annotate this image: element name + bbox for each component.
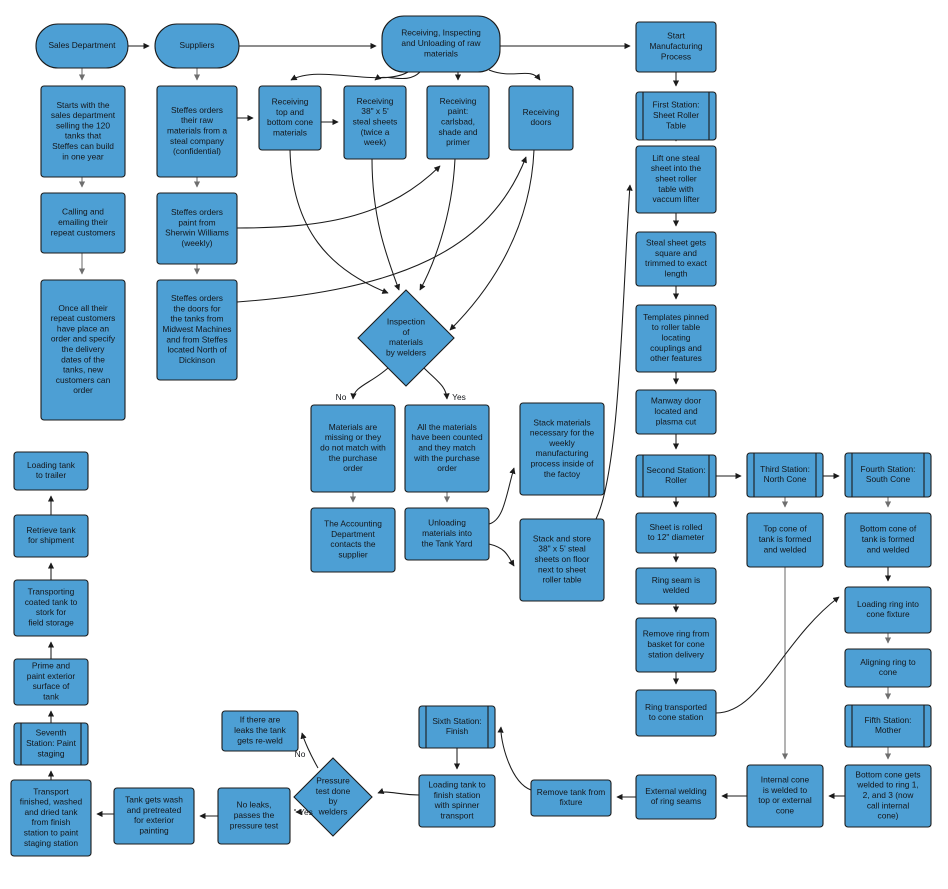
edge-label-inspection-no: No (336, 392, 347, 402)
edge-inspection-no (350, 367, 389, 400)
node-label: Suppliers (180, 40, 215, 50)
node-retrieve-tank[interactable]: Retrieve tank for shipment (13, 514, 89, 558)
edge-conematerials-to-inspection (289, 149, 389, 294)
edge-removetank-to-sixthstation (497, 726, 532, 791)
node-internal-cone-welded[interactable]: Internal cone is welded to top or external… (746, 764, 824, 828)
edge-doorsorder-to-receivingdoors (236, 156, 527, 303)
node-label: Ring transported to cone station (645, 702, 707, 722)
edge-label-inspection-yes: Yes (452, 392, 466, 402)
edge-unloading-to-stacksheets (488, 543, 515, 567)
node-stack-store-sheets[interactable]: Stack and store 38" x 5' steal sheets on f… (519, 518, 605, 602)
node-label: External welding of ring seams (645, 786, 707, 806)
node-label: Sales Department (48, 40, 116, 50)
node-label: Third Station: North Cone (760, 464, 810, 484)
node-materials-missing[interactable]: Materials are missing or they do not match… (310, 404, 396, 493)
node-label: Steffes orders their raw materials from as… (167, 105, 227, 156)
node-first-station[interactable]: First Station: Sheet Roller Table (635, 91, 717, 141)
node-label: Remove ring from basket for cone station d… (643, 629, 710, 660)
node-loading-ring-fixture[interactable]: Loading ring into cone fixture (844, 586, 932, 634)
node-receiving-cone-materials[interactable]: Receiving top and bottom cone materials (258, 85, 322, 151)
node-label: Lift one steal sheet into the sheet roller… (651, 153, 702, 204)
node-label: Sheet is rolled to 12" diameter (648, 522, 705, 542)
node-if-leaks-reweld[interactable]: If there are leaks the tank gets re-weld (221, 710, 299, 752)
node-remove-ring-basket[interactable]: Remove ring from basket for cone station d… (635, 617, 717, 673)
edge-receiving-to-doors (488, 69, 541, 81)
node-seventh-station[interactable]: Seventh Station: Paint staging (13, 722, 89, 766)
node-label: Manway door located and plasma cut (651, 396, 701, 427)
node-all-materials-counted[interactable]: All the materials have been counted and th… (404, 404, 490, 493)
edge-loadingtank-to-pressuretest (377, 788, 420, 796)
node-unloading-tank-yard[interactable]: Unloading materials into the Tank Yard (404, 507, 490, 561)
node-steffes-orders-paint[interactable]: Steffes orders paint from Sherwin Williams… (156, 192, 238, 265)
node-accounting-contacts[interactable]: The Accounting Department contacts the supp… (310, 507, 396, 573)
node-templates-pinned[interactable]: Templates pinned to roller table locating c… (635, 304, 717, 373)
node-receiving-inspecting-unloading[interactable]: Receiving, Inspecting and Unloading of ra… (381, 15, 501, 73)
node-label: Bottom cone of tank is formed and welded (860, 524, 917, 555)
edge-label-pressure-no: No (295, 749, 306, 759)
node-prime-paint-exterior[interactable]: Prime and paint exterior surface of tank (13, 658, 89, 706)
node-inspection-of-materials[interactable]: Inspection of materials by welders (357, 289, 455, 387)
node-ring-seam-welded[interactable]: Ring seam is welded (635, 567, 717, 605)
node-steal-sheet-square[interactable]: Steal sheet gets square and trimmed to exa… (635, 231, 717, 287)
flowchart-canvas: Sales Department Suppliers Receiving, Insp… (0, 0, 948, 889)
flowchart-svg: Sales Department Suppliers Receiving, Insp… (10, 15, 932, 857)
edge-inspection-yes (423, 367, 450, 400)
node-transport-finished[interactable]: Transport finished, washed and dried tank f… (10, 779, 92, 857)
node-label: If there are leaks the tank gets re-weld (234, 715, 286, 746)
node-receiving-steal-sheets[interactable]: Receiving 38" x 5' steal sheets (twice a wee… (343, 85, 407, 160)
node-tank-wash-pretreat[interactable]: Tank gets wash and pretreated for exterior… (113, 787, 195, 845)
node-start-manufacturing[interactable]: Start Manufacturing Process (635, 21, 717, 73)
node-sixth-station[interactable]: Sixth Station: Finish (418, 705, 496, 749)
node-label: Retrieve tank for shipment (26, 525, 76, 545)
node-bottom-cone-welded[interactable]: Bottom cone gets welded to ring 1, 2, and … (844, 764, 932, 828)
node-label: Unloading materials into the Tank Yard (422, 518, 473, 549)
node-fifth-station[interactable]: Fifth Station: Mother (844, 704, 932, 748)
edge-ringtransported-to-loadingring (715, 596, 840, 714)
node-sales-department[interactable]: Sales Department (35, 23, 129, 69)
edge-unloading-to-stackmaterials (488, 467, 516, 525)
node-manway-door[interactable]: Manway door located and plasma cut (635, 389, 717, 435)
edge-receiving-to-conematerials (290, 71, 409, 81)
node-pressure-test[interactable]: Pressure test done by welders (293, 757, 373, 837)
node-ring-transported[interactable]: Ring transported to cone station (635, 689, 717, 737)
node-lift-one-steal-sheet[interactable]: Lift one steal sheet into the sheet roller… (635, 145, 717, 214)
node-aligning-ring-cone[interactable]: Aligning ring to cone (844, 648, 932, 688)
edge-sheets-to-inspection (371, 158, 401, 291)
node-once-all-repeat[interactable]: Once all their repeat customers have place… (40, 279, 126, 421)
node-loading-tank-trailer[interactable]: Loading tank to trailer (13, 451, 89, 491)
node-label: Receiving top and bottom cone materials (267, 97, 313, 138)
node-label: Top cone of tank is formed and welded (759, 524, 812, 555)
node-steffes-orders-raw[interactable]: Steffes orders their raw materials from as… (156, 85, 238, 178)
node-transporting-coated[interactable]: Transporting coated tank to stork for field… (13, 579, 89, 637)
node-receiving-paint[interactable]: Receiving paint: carlsbad, shade and primer (426, 85, 490, 160)
node-steffes-orders-doors[interactable]: Steffes orders the doors for the tanks fro… (156, 279, 238, 381)
node-loading-tank-finish[interactable]: Loading tank to finish station with spinne… (418, 774, 496, 828)
node-external-welding[interactable]: External welding of ring seams (635, 774, 717, 820)
node-suppliers[interactable]: Suppliers (154, 23, 240, 69)
node-label: Fourth Station: South Cone (861, 464, 916, 484)
node-no-leaks-passes[interactable]: No leaks, passes the pressure test (217, 787, 291, 845)
node-top-cone-formed[interactable]: Top cone of tank is formed and welded (746, 512, 824, 568)
node-sheet-rolled[interactable]: Sheet is rolled to 12" diameter (635, 512, 717, 554)
node-receiving-doors[interactable]: Receiving doors (508, 85, 574, 151)
node-stack-materials-weekly[interactable]: Stack materials necessary for the weekly ma… (519, 402, 605, 496)
node-remove-tank-fixture[interactable]: Remove tank from fixture (530, 779, 612, 817)
node-third-station[interactable]: Third Station: North Cone (746, 452, 824, 498)
node-starts-with-sales[interactable]: Starts with the sales department selling t… (40, 85, 126, 178)
node-layer: Sales Department Suppliers Receiving, Insp… (10, 15, 932, 857)
node-label: Inspection of materials by welders (386, 317, 426, 358)
node-bottom-cone-formed[interactable]: Bottom cone of tank is formed and welded (844, 512, 932, 568)
node-fourth-station[interactable]: Fourth Station: South Cone (844, 452, 932, 498)
node-calling-emailing[interactable]: Calling and emailing their repeat customer… (40, 192, 126, 254)
edge-label-pressure-yes: Yes (299, 807, 313, 817)
node-second-station[interactable]: Second Station: Roller (635, 454, 717, 498)
edge-paintorder-to-receivingpaint (236, 165, 441, 229)
